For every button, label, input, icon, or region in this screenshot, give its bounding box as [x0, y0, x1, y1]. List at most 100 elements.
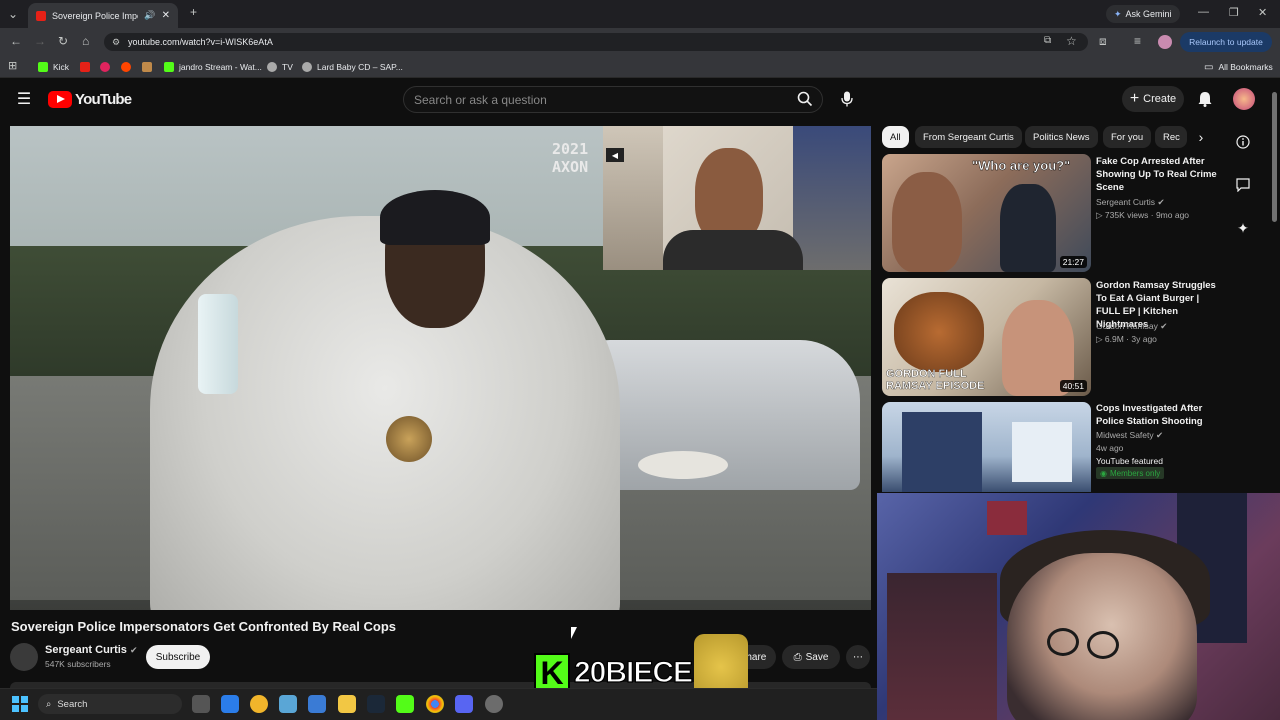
account-avatar[interactable] — [1233, 88, 1255, 110]
channel-text: Midwest Safety — [1096, 430, 1154, 440]
steam-icon[interactable] — [367, 695, 385, 713]
youtube-logo[interactable]: YouTube — [48, 91, 132, 108]
folder-icon: ▭ — [1204, 61, 1214, 73]
video-frame-bottle — [198, 294, 238, 394]
home-icon[interactable]: ⌂ — [82, 34, 89, 48]
task-view-icon[interactable] — [192, 695, 210, 713]
chrome-icon[interactable] — [426, 695, 444, 713]
channel-name-text: Sergeant Curtis — [45, 644, 127, 656]
subscriber-count: 547K subscribers — [45, 659, 111, 669]
save-button[interactable]: ⎙ Save — [782, 645, 840, 669]
microphone-icon[interactable] — [836, 88, 858, 110]
kick-app-icon[interactable] — [396, 695, 414, 713]
bookmark-youtube[interactable] — [80, 60, 90, 74]
tab-close-icon[interactable]: ✕ — [162, 10, 170, 21]
search-input[interactable]: Search or ask a question — [403, 86, 823, 113]
taskbar-search[interactable]: ⌕ Search — [38, 694, 182, 714]
profile-avatar[interactable] — [1158, 35, 1172, 49]
site-info-icon[interactable]: ⚙ — [112, 37, 120, 48]
site-icon — [142, 62, 152, 72]
all-bookmarks[interactable]: ▭ All Bookmarks — [1204, 60, 1273, 74]
video-frame-cap — [380, 190, 490, 245]
chip-politics-news[interactable]: Politics News — [1025, 126, 1098, 148]
install-app-icon[interactable]: ⧉ — [1044, 35, 1051, 46]
bookmark-jandro[interactable]: jandro Stream - Wat... — [164, 60, 262, 74]
bookmark-star-icon[interactable]: ☆ — [1066, 34, 1077, 48]
meta-text: 6.9M · 3y ago — [1104, 334, 1157, 344]
outlook-icon[interactable] — [279, 695, 297, 713]
thumbnail-burger — [894, 292, 984, 372]
recommendation-channel[interactable]: Sergeant Curtis ✔ — [1096, 196, 1165, 209]
gemini-sparkle-icon: ✦ — [1114, 8, 1122, 19]
apps-grid-icon[interactable]: ⊞ — [8, 59, 17, 72]
mouse-cursor-icon — [571, 627, 577, 639]
discord-icon[interactable] — [455, 695, 473, 713]
kick-username: 20BIECE — [573, 655, 693, 689]
chip-from-channel[interactable]: From Sergeant Curtis — [915, 126, 1022, 148]
chip-for-you[interactable]: For you — [1103, 126, 1152, 148]
recommendation-thumbnail[interactable]: "Who are you?" 21:27 — [882, 154, 1091, 272]
menu-icon[interactable]: ☰ — [14, 90, 34, 108]
calculator-icon[interactable] — [308, 695, 326, 713]
close-window-icon[interactable]: ✕ — [1258, 6, 1267, 19]
tab-title: Sovereign Police Impersona — [52, 10, 138, 21]
reload-icon[interactable]: ↻ — [58, 34, 68, 48]
kick-logo-icon: K — [534, 653, 570, 693]
browser-tab[interactable]: Sovereign Police Impersona 🔊 ✕ — [28, 3, 178, 28]
chips-next-icon[interactable]: › — [1192, 127, 1210, 147]
bookmark-4[interactable] — [142, 60, 152, 74]
back-icon[interactable]: ← — [10, 34, 22, 48]
recommendation-meta: ▷ 735K views · 9mo ago — [1096, 209, 1189, 222]
channel-avatar[interactable] — [10, 643, 38, 671]
search-icon[interactable] — [792, 88, 818, 110]
recommendation-channel[interactable]: Midwest Safety ✔ — [1096, 429, 1163, 442]
video-inset-camera: ◀ — [603, 126, 871, 270]
search-icon: ⌕ — [46, 698, 52, 710]
plus-icon: + — [1129, 90, 1140, 107]
youtube-favicon-icon — [36, 10, 46, 21]
widgets-icon[interactable] — [221, 695, 239, 713]
channel-name[interactable]: Sergeant Curtis ✔ — [45, 644, 138, 656]
bookmark-tv[interactable]: TV — [267, 60, 293, 74]
thumbnail-window — [1012, 422, 1072, 482]
copilot-icon[interactable] — [250, 695, 268, 713]
recommendation-thumbnail[interactable]: GORDON FULL RAMSAY EPISODE 40:51 — [882, 278, 1091, 396]
media-controls-icon[interactable]: ≡ — [1134, 34, 1141, 48]
bookmark-3[interactable] — [121, 60, 131, 74]
address-bar[interactable]: ⚙ youtube.com/watch?v=i-WISK6eAtA — [104, 33, 1088, 51]
maximize-icon[interactable]: ❐ — [1229, 6, 1239, 19]
page-scrollbar[interactable] — [1272, 92, 1277, 222]
minimize-icon[interactable]: — — [1198, 6, 1209, 18]
recommendation-title[interactable]: Fake Cop Arrested After Showing Up To Re… — [1096, 155, 1220, 194]
new-tab-icon[interactable]: + — [190, 5, 197, 19]
windows-start-icon[interactable] — [12, 696, 28, 712]
tab-audio-icon[interactable]: 🔊 — [144, 10, 155, 21]
obs-icon[interactable] — [485, 695, 503, 713]
bookmark-2[interactable] — [100, 60, 110, 74]
recommendation-channel[interactable]: Gordon Ramsay ✔ — [1096, 320, 1167, 333]
tab-search-icon[interactable]: ⌄ — [8, 7, 18, 21]
recommendation-thumbnail[interactable] — [882, 402, 1091, 492]
info-icon[interactable] — [1234, 133, 1252, 151]
forward-icon[interactable]: → — [34, 34, 46, 48]
ask-gemini-button[interactable]: ✦ Ask Gemini — [1106, 5, 1180, 23]
recommendation-meta: 4w ago — [1096, 443, 1124, 453]
members-only-badge: ◉ Members only — [1096, 467, 1165, 479]
bookmark-label: Kick — [53, 62, 70, 72]
more-actions-icon[interactable]: ⋯ — [846, 645, 870, 669]
chat-icon[interactable] — [1234, 176, 1252, 194]
file-explorer-icon[interactable] — [338, 695, 356, 713]
create-button[interactable]: + Create — [1122, 86, 1184, 112]
extensions-icon[interactable]: ⧈ — [1099, 34, 1107, 49]
chip-all[interactable]: All — [882, 126, 909, 148]
bookmark-kick[interactable]: Kick — [38, 60, 69, 74]
recommendation-title[interactable]: Cops Investigated After Police Station S… — [1096, 402, 1220, 428]
ai-sparkle-icon[interactable]: ✦ — [1234, 219, 1252, 237]
chip-recent[interactable]: Rec — [1155, 126, 1187, 148]
notifications-bell-icon[interactable] — [1195, 89, 1215, 109]
subscribe-button[interactable]: Subscribe — [146, 645, 210, 669]
all-bookmarks-label: All Bookmarks — [1218, 62, 1273, 72]
video-player[interactable]: ◀ 2021 AXON — [10, 126, 871, 610]
relaunch-button[interactable]: Relaunch to update — [1180, 32, 1272, 52]
bookmark-lard-baby[interactable]: Lard Baby CD – SAP... — [302, 60, 403, 74]
